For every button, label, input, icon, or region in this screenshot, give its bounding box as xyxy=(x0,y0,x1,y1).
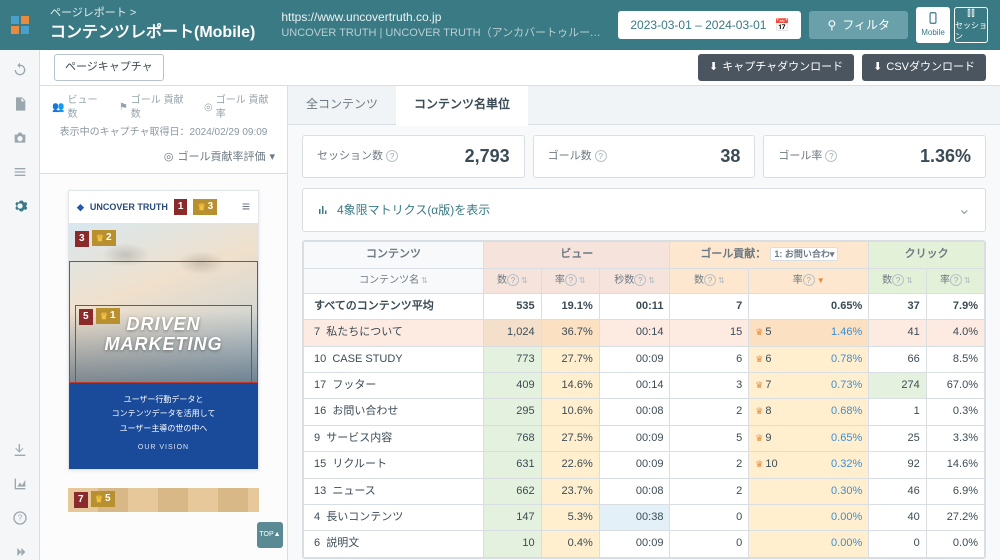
page-preview: ◆UNCOVER TRUTH 1 ♛3 ≡ 3 ♛2 xyxy=(40,174,287,560)
list-icon[interactable] xyxy=(12,164,28,180)
rank-badge-7: 7 xyxy=(74,492,88,508)
device-mobile[interactable]: Mobile xyxy=(916,7,950,43)
col-goal-rate[interactable]: 率?▼ xyxy=(749,268,869,293)
col-group-content: コンテンツ xyxy=(304,242,484,268)
table-row[interactable]: 10 CASE STUDY77327.7%00:096♛60.78%668.5% xyxy=(304,346,985,372)
filter-button[interactable]: ⚲フィルタ xyxy=(809,11,908,40)
download-icon: ⬇ xyxy=(709,60,718,75)
preview-header: ◆UNCOVER TRUTH 1 ♛3 ≡ xyxy=(69,191,258,223)
col-content-name[interactable]: コンテンツ名⇅ xyxy=(304,268,484,293)
content-table: コンテンツ ビュー ゴール貢献：1: お問い合わ▾ クリック コンテンツ名⇅ 数… xyxy=(302,240,986,558)
preview-phone[interactable]: ◆UNCOVER TRUTH 1 ♛3 ≡ 3 ♛2 xyxy=(68,190,259,469)
target-icon: ◎ xyxy=(204,101,213,115)
breadcrumb-parent[interactable]: ページレポート > xyxy=(50,6,255,21)
help-icon[interactable]: ? xyxy=(12,510,28,526)
device-session[interactable]: セッション xyxy=(954,7,988,43)
bar-chart-icon xyxy=(317,204,329,216)
page-capture-button[interactable]: ページキャプチャ xyxy=(54,54,164,81)
data-panel: 全コンテンツ コンテンツ名単位 セッション数? 2,793 ゴール数? 38 ゴ… xyxy=(288,86,1000,560)
col-group-goal: ゴール貢献：1: お問い合わ▾ xyxy=(670,242,869,268)
target-icon: ◎ xyxy=(164,150,174,165)
matrix-toggle[interactable]: 4象限マトリクス(α版)を表示 ⌄ xyxy=(302,188,986,232)
device-toggle: Mobile セッション xyxy=(916,7,988,43)
summary-stats: セッション数? 2,793 ゴール数? 38 ゴール率? 1.36% xyxy=(288,125,1000,188)
metric-tabs: 👥ビュー数 ⚑ゴール 貢献数 ◎ゴール 貢献率 xyxy=(40,86,287,126)
page-title: コンテンツレポート(Mobile) xyxy=(50,22,255,44)
col-click-rate[interactable]: 率?⇅ xyxy=(926,268,984,293)
collapse-icon[interactable] xyxy=(12,544,28,560)
table-row[interactable]: 13 ニュース66223.7%00:0820.30%466.9% xyxy=(304,478,985,504)
preview-hero: 3 ♛2 5 ♛1 DRIVEN MARKETING xyxy=(69,223,258,383)
preview-panel: 👥ビュー数 ⚑ゴール 貢献数 ◎ゴール 貢献率 表示中のキャプチャ取得日：202… xyxy=(40,86,288,560)
table-row[interactable]: 6 説明文100.4%00:0900.00%00.0% xyxy=(304,531,985,557)
col-click-count[interactable]: 数?⇅ xyxy=(869,268,927,293)
col-view-sec[interactable]: 秒数?⇅ xyxy=(599,268,670,293)
metric-views[interactable]: 👥ビュー数 xyxy=(52,94,105,122)
download-icon[interactable] xyxy=(12,442,28,458)
table-row[interactable]: 16 お問い合わせ29510.6%00:082♛80.68%10.3% xyxy=(304,399,985,425)
calendar-icon: 📅 xyxy=(774,17,789,34)
filter-icon: ⚲ xyxy=(827,18,836,32)
page-url: https://www.uncovertruth.co.jp xyxy=(281,9,602,26)
table-row[interactable]: 9 サービス内容76827.5%00:095♛90.65%253.3% xyxy=(304,425,985,451)
rank-badge-5y: ♛5 xyxy=(91,491,115,507)
toolbar: ページキャプチャ ⬇キャプチャダウンロード ⬇CSVダウンロード xyxy=(40,50,1000,86)
breadcrumb: ページレポート > コンテンツレポート(Mobile) xyxy=(40,2,265,48)
rank-badge-1: 1 xyxy=(174,199,188,215)
goal-eval-selector[interactable]: ◎ ゴール貢献率評価 ▾ xyxy=(40,146,287,174)
document-icon[interactable] xyxy=(12,96,28,112)
col-group-view: ビュー xyxy=(484,242,670,268)
hamburger-icon: ≡ xyxy=(242,197,250,217)
col-view-rate[interactable]: 率?⇅ xyxy=(541,268,599,293)
stat-sessions: セッション数? 2,793 xyxy=(302,135,525,178)
col-group-click: クリック xyxy=(869,242,985,268)
metric-goal-count[interactable]: ⚑ゴール 貢献数 xyxy=(119,94,190,122)
rank-badge-3l: 3 xyxy=(75,231,89,247)
table-row[interactable]: 7 私たちについて1,02436.7%00:1415♛51.46%414.0% xyxy=(304,320,985,346)
goal-selector[interactable]: 1: お問い合わ▾ xyxy=(770,247,838,261)
col-view-count[interactable]: 数?⇅ xyxy=(484,268,542,293)
csv-download-button[interactable]: ⬇CSVダウンロード xyxy=(862,54,986,81)
help-icon[interactable]: ? xyxy=(825,150,837,162)
chevron-down-icon: ▾ xyxy=(269,150,275,165)
capture-timestamp: 表示中のキャプチャ取得日：2024/02/29 09:09 xyxy=(40,126,287,146)
preview-strip: 7 ♛5 xyxy=(68,488,259,512)
page-desc: UNCOVER TRUTH | UNCOVER TRUTH（アンカバートゥルース… xyxy=(281,26,602,41)
tab-all-contents[interactable]: 全コンテンツ xyxy=(288,86,396,124)
table-row[interactable]: 4 長いコンテンツ1475.3%00:3800.00%4027.2% xyxy=(304,504,985,530)
metric-goal-rate[interactable]: ◎ゴール 貢献率 xyxy=(204,94,275,122)
content-tabs: 全コンテンツ コンテンツ名単位 xyxy=(288,86,1000,125)
scroll-top-button[interactable]: TOP▲ xyxy=(257,522,283,548)
app-logo[interactable] xyxy=(0,0,40,50)
svg-text:?: ? xyxy=(17,514,22,523)
col-goal-count[interactable]: 数?⇅ xyxy=(670,268,749,293)
mobile-icon xyxy=(926,11,940,25)
preview-desc: ユーザー行動データと コンテンツデータを活用して ユーザー主導の世の中へ OUR… xyxy=(69,383,258,469)
chevron-down-icon: ⌄ xyxy=(958,199,971,221)
table-row-average: すべてのコンテンツ平均 535 19.1% 00:11 7 0.65% 37 7… xyxy=(304,293,985,319)
flag-icon: ⚑ xyxy=(119,101,128,115)
table-row[interactable]: 15 リクルート63122.6%00:092♛100.32%9214.6% xyxy=(304,452,985,478)
page-url-block: https://www.uncovertruth.co.jp UNCOVER T… xyxy=(265,5,618,45)
download-icon: ⬇ xyxy=(873,60,882,75)
date-range-text: 2023-03-01 – 2024-03-01 xyxy=(630,17,766,34)
help-icon[interactable]: ? xyxy=(595,150,607,162)
camera-icon[interactable] xyxy=(12,130,28,146)
stat-goal-rate: ゴール率? 1.36% xyxy=(763,135,986,178)
app-header: ページレポート > コンテンツレポート(Mobile) https://www.… xyxy=(0,0,1000,50)
rank-badge-2: ♛2 xyxy=(92,230,116,246)
date-range-picker[interactable]: 2023-03-01 – 2024-03-01 📅 xyxy=(618,11,801,40)
gear-icon[interactable] xyxy=(12,198,28,214)
stat-goals: ゴール数? 38 xyxy=(533,135,756,178)
session-icon xyxy=(964,8,978,18)
chart-icon[interactable] xyxy=(12,476,28,492)
capture-download-button[interactable]: ⬇キャプチャダウンロード xyxy=(698,54,854,81)
table-row[interactable]: 17 フッター40914.6%00:143♛70.73%27467.0% xyxy=(304,372,985,398)
user-icon: 👥 xyxy=(52,101,64,115)
sidebar: ? xyxy=(0,50,40,560)
help-icon[interactable]: ? xyxy=(386,150,398,162)
rank-badge-3: ♛3 xyxy=(193,199,217,215)
refresh-icon[interactable] xyxy=(12,62,28,78)
tab-by-content-name[interactable]: コンテンツ名単位 xyxy=(396,86,528,125)
